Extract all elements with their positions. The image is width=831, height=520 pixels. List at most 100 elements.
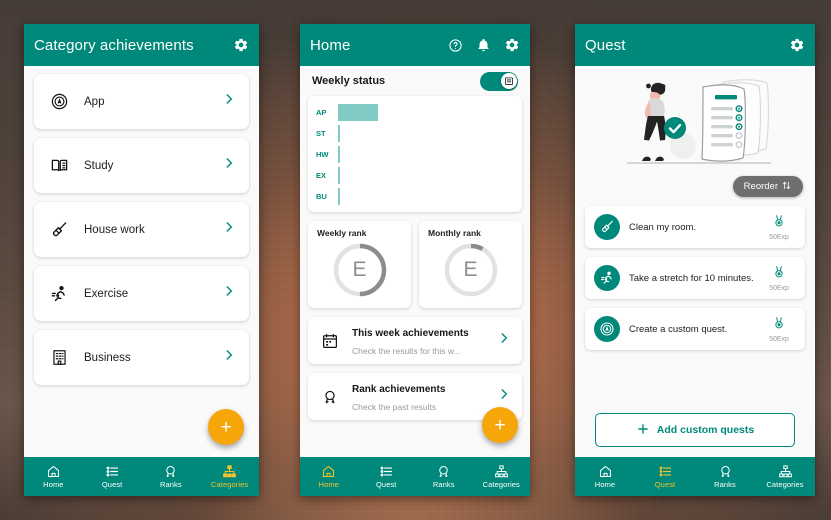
chart-bar: [338, 188, 340, 205]
chevron-right-icon: [222, 156, 236, 175]
nav-item-ranks[interactable]: Ranks: [695, 464, 755, 489]
nav-item-categories[interactable]: Categories: [200, 464, 259, 489]
weekly-status-toggle[interactable]: [480, 71, 518, 91]
weekly-status-title: Weekly status: [312, 75, 386, 87]
broom-icon: [594, 214, 620, 240]
nav-label: Ranks: [432, 479, 455, 489]
gear-icon[interactable]: [789, 37, 805, 53]
running-person-icon: [47, 284, 71, 304]
chart-row: ST: [316, 125, 512, 142]
category-item-app[interactable]: App: [34, 74, 249, 129]
page-title: Category achievements: [34, 36, 194, 54]
weekly-rank-card[interactable]: Weekly rank E: [308, 221, 411, 308]
nav-label: Ranks: [159, 479, 182, 489]
category-item-exercise[interactable]: Exercise: [34, 266, 249, 321]
quest-text: Create a custom quest.: [629, 323, 728, 335]
nav-item-ranks[interactable]: Ranks: [415, 464, 473, 489]
medal-icon: [772, 214, 786, 233]
chart-category-label: ST: [316, 129, 326, 138]
broom-icon: [47, 220, 71, 240]
nav-item-categories[interactable]: Categories: [473, 464, 531, 489]
chevron-right-icon: [222, 220, 236, 239]
category-label: Business: [84, 351, 131, 364]
nav-label: Categories: [482, 479, 520, 489]
this-week-achievements-card[interactable]: This week achievements Check the results…: [308, 317, 522, 364]
appbar-home: Home: [300, 24, 530, 66]
chevron-right-icon: [497, 331, 511, 350]
quest-item[interactable]: Take a stretch for 10 minutes. 50Exp: [585, 257, 805, 299]
weekly-status-chart: AP ST HW EX BU: [308, 96, 522, 212]
page-title: Home: [310, 36, 351, 54]
chevron-right-icon: [497, 387, 511, 406]
nav-item-quest[interactable]: Quest: [358, 464, 416, 489]
sitemap-icon: [494, 464, 509, 479]
chart-row: AP: [316, 104, 512, 121]
nav-item-home[interactable]: Home: [24, 464, 83, 489]
office-building-icon: [47, 348, 71, 367]
nav-item-home[interactable]: Home: [575, 464, 635, 489]
gear-icon[interactable]: [233, 37, 249, 53]
add-custom-quests-button[interactable]: Add custom quests: [595, 413, 795, 447]
rank-label: Monthly rank: [428, 228, 481, 238]
appbar-categories: Category achievements: [24, 24, 259, 66]
reorder-button[interactable]: Reorder: [732, 176, 803, 197]
home-body: Weekly status AP ST HW EX BU Weekly rank…: [300, 66, 530, 457]
chart-bar: [338, 146, 340, 163]
categories-body: App Study House work Exercise Business +: [24, 66, 259, 457]
achievement-subtitle: Check the results for this w...: [352, 345, 461, 356]
category-item-house-work[interactable]: House work: [34, 202, 249, 257]
achievement-subtitle: Check the past results: [352, 401, 437, 412]
calendar-icon: [319, 332, 341, 350]
person-with-checklist-illustration: [575, 66, 815, 176]
nav-label: Ranks: [714, 479, 736, 489]
add-item-fab[interactable]: +: [482, 407, 518, 443]
add-category-fab[interactable]: +: [208, 409, 244, 445]
sitemap-icon: [222, 464, 237, 479]
category-list: App Study House work Exercise Business: [24, 66, 259, 385]
nav-label: Quest: [654, 479, 676, 489]
help-circle-icon[interactable]: [448, 38, 463, 53]
category-item-study[interactable]: Study: [34, 138, 249, 193]
nav-label: Home: [318, 479, 339, 489]
chart-category-label: HW: [316, 150, 329, 159]
nav-item-quest[interactable]: Quest: [83, 464, 142, 489]
quest-body: Reorder Clean my room. 50Exp Take a stre…: [575, 66, 815, 457]
quest-item[interactable]: Create a custom quest. 50Exp: [585, 308, 805, 350]
bottom-nav-home: Home Quest Ranks Categories: [300, 457, 530, 496]
nav-item-home[interactable]: Home: [300, 464, 358, 489]
chevron-right-icon: [222, 92, 236, 111]
category-item-business[interactable]: Business: [34, 330, 249, 385]
category-label: House work: [84, 223, 145, 236]
nav-label: Quest: [375, 479, 397, 489]
nav-item-quest[interactable]: Quest: [635, 464, 695, 489]
quest-text: Clean my room.: [629, 221, 697, 233]
quest-list: Clean my room. 50Exp Take a stretch for …: [575, 206, 815, 350]
list-icon: [658, 464, 673, 479]
category-label: Study: [84, 159, 114, 172]
plus-icon: [636, 422, 650, 439]
rank-grade: E: [352, 258, 367, 281]
nav-label: Home: [43, 479, 64, 489]
plus-icon: +: [494, 414, 506, 436]
nav-label: Categories: [210, 479, 249, 489]
bell-icon[interactable]: [476, 38, 491, 53]
chart-row: HW: [316, 146, 512, 163]
gear-icon[interactable]: [504, 37, 520, 53]
nav-item-categories[interactable]: Categories: [755, 464, 815, 489]
monthly-rank-card[interactable]: Monthly rank E: [419, 221, 522, 308]
chart-row: BU: [316, 188, 512, 205]
page-title: Quest: [585, 36, 626, 54]
add-quest-label: Add custom quests: [656, 424, 755, 436]
chart-bar: [338, 167, 340, 184]
exp-label: 50Exp: [769, 233, 789, 241]
nav-item-ranks[interactable]: Ranks: [142, 464, 201, 489]
chart-row: EX: [316, 167, 512, 184]
quest-exp: 50Exp: [762, 316, 796, 343]
phone-screen-quest: Quest Reorder Clean my room. 50Exp Take …: [575, 24, 815, 496]
rank-label: Weekly rank: [317, 228, 367, 238]
quest-item[interactable]: Clean my room. 50Exp: [585, 206, 805, 248]
bottom-nav-categories: Home Quest Ranks Categories: [24, 457, 259, 496]
app-badge-icon: [594, 316, 620, 342]
rank-grade: E: [463, 258, 478, 281]
medal-icon: [436, 464, 451, 479]
